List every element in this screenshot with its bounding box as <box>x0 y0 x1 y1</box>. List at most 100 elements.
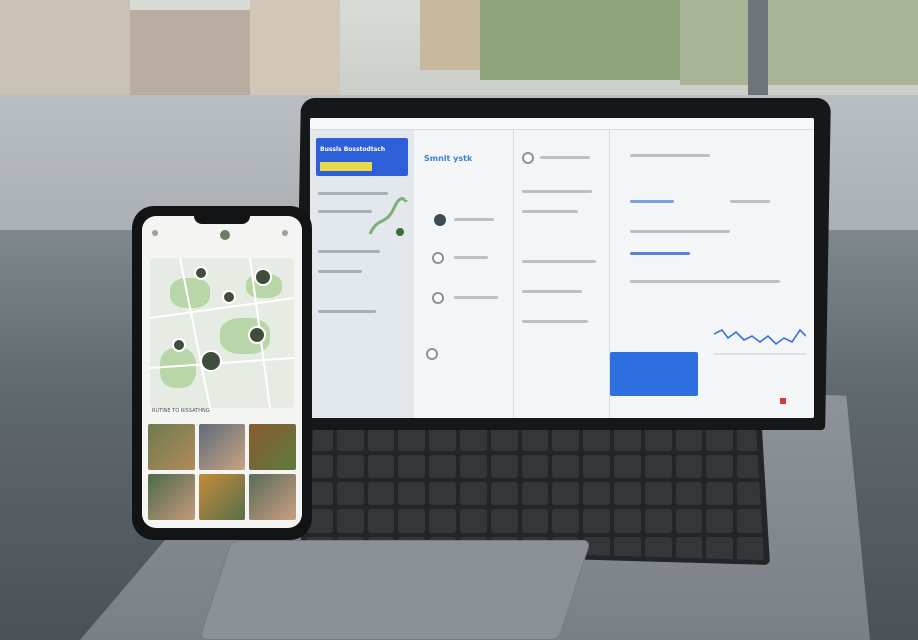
keyboard-key <box>521 427 549 451</box>
list-line <box>630 252 690 255</box>
keyboard-key <box>706 454 734 478</box>
primary-button[interactable] <box>610 352 698 396</box>
keyboard-key <box>459 482 487 506</box>
photo-thumbnail[interactable] <box>148 474 195 520</box>
keyboard-key <box>675 454 703 478</box>
keyboard-key <box>367 482 395 506</box>
list-line <box>522 290 582 293</box>
sidebar-header: Bussls Bosstodtsch <box>316 138 408 176</box>
list-line <box>522 190 592 193</box>
app-logo-icon <box>220 230 230 240</box>
keyboard-key <box>644 427 672 451</box>
keyboard-key <box>429 509 456 533</box>
keyboard-key <box>583 454 610 478</box>
keyboard-key <box>644 482 672 506</box>
list-line <box>540 156 590 159</box>
keyboard-key <box>429 454 456 478</box>
status-circle <box>432 252 444 264</box>
list-line <box>522 320 588 323</box>
keyboard-key <box>336 509 364 533</box>
list-line <box>454 256 488 259</box>
keyboard-key <box>367 427 395 451</box>
keyboard-key <box>521 509 549 533</box>
keyboard-key <box>521 454 549 478</box>
keyboard-key <box>613 509 641 533</box>
keyboard-key <box>367 454 395 478</box>
laptop-menubar <box>310 118 814 130</box>
smartphone-screen: RUTINE TO RISSATHNG <box>142 216 302 528</box>
keyboard-key <box>398 454 426 478</box>
status-circle <box>426 348 438 360</box>
status-circle <box>432 292 444 304</box>
list-line <box>630 200 674 203</box>
keyboard-key <box>552 482 580 506</box>
keyboard-key <box>675 509 703 533</box>
keyboard-key <box>613 427 641 451</box>
keyboard-key <box>675 482 703 506</box>
sidebar-line <box>318 250 380 253</box>
laptop-sidebar: Bussls Bosstodtsch <box>310 130 414 418</box>
keyboard-key <box>552 454 580 478</box>
phone-map[interactable] <box>150 258 294 408</box>
keyboard-key <box>490 454 518 478</box>
keyboard-key <box>706 427 734 451</box>
panel-column <box>514 130 610 418</box>
sidebar-highlight-bar <box>320 162 372 171</box>
keyboard-key <box>336 427 364 451</box>
keyboard-key <box>644 454 672 478</box>
keyboard-key <box>706 509 734 533</box>
keyboard-key <box>459 427 487 451</box>
photo-thumbnail[interactable] <box>198 474 246 520</box>
sidebar-map-thumbnail <box>368 197 408 236</box>
keyboard-key <box>336 482 364 506</box>
sidebar-line <box>318 192 388 195</box>
keyboard-key <box>459 509 487 533</box>
keyboard-key <box>737 509 764 533</box>
keyboard-key <box>706 536 734 560</box>
laptop-trackpad <box>198 540 592 640</box>
map-pin-icon[interactable] <box>194 266 208 280</box>
keyboard-key <box>583 427 610 451</box>
list-line <box>454 296 498 299</box>
laptop-main-panel: Smnlt ystk <box>414 130 814 418</box>
map-pin-icon[interactable] <box>248 326 266 344</box>
menu-icon[interactable] <box>282 230 288 236</box>
keyboard-key <box>675 427 703 451</box>
keyboard-key <box>552 509 580 533</box>
keyboard-key <box>367 509 395 533</box>
photo-thumbnail[interactable] <box>249 424 296 470</box>
list-line <box>630 280 780 283</box>
keyboard-key <box>490 482 518 506</box>
list-line <box>630 154 710 157</box>
keyboard-key <box>429 427 456 451</box>
list-line <box>454 218 494 221</box>
keyboard-key <box>398 509 426 533</box>
photo-scene: Bussls Bosstodtsch Smnlt ystk RUTINE TO … <box>0 0 918 640</box>
map-roads <box>150 258 294 408</box>
keyboard-key <box>737 536 764 560</box>
map-pin-icon[interactable] <box>172 338 186 352</box>
status-circle <box>522 152 534 164</box>
list-line <box>730 200 770 203</box>
photo-thumbnail[interactable] <box>249 474 296 520</box>
main-heading: Smnlt ystk <box>424 154 473 163</box>
keyboard-key <box>490 509 518 533</box>
back-icon[interactable] <box>152 230 158 236</box>
keyboard-key <box>644 509 672 533</box>
map-pin-icon[interactable] <box>200 350 222 372</box>
keyboard-key <box>583 509 610 533</box>
keyboard-key <box>459 454 487 478</box>
keyboard-key <box>583 482 610 506</box>
photo-thumbnail[interactable] <box>198 424 246 470</box>
keyboard-key <box>552 427 580 451</box>
photo-thumbnail[interactable] <box>148 424 195 470</box>
map-pin-icon[interactable] <box>254 268 272 286</box>
map-pin-icon[interactable] <box>222 290 236 304</box>
keyboard-key <box>398 482 426 506</box>
red-indicator <box>780 398 786 404</box>
keyboard-key <box>336 454 364 478</box>
list-line <box>522 260 596 263</box>
keyboard-key <box>521 482 549 506</box>
photo-thumbnail-grid <box>148 424 296 520</box>
laptop-screen: Bussls Bosstodtsch Smnlt ystk <box>310 118 814 418</box>
